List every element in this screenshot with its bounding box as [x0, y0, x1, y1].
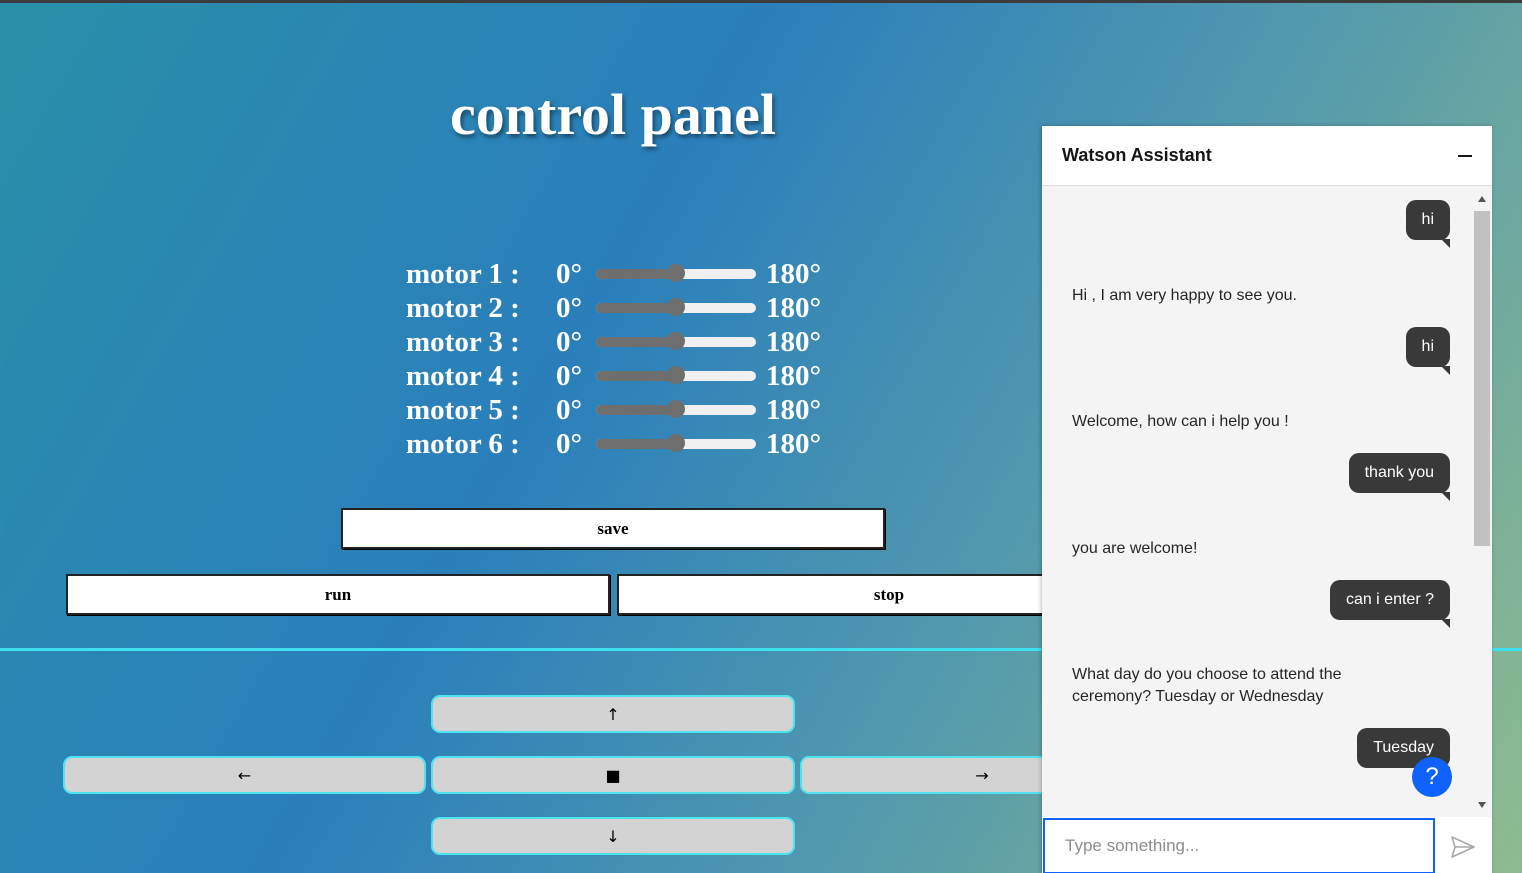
minimize-icon [1458, 154, 1472, 157]
run-button[interactable]: run [66, 574, 610, 615]
motor-label: motor 3 : [406, 325, 520, 358]
arrow-right-icon: → [975, 765, 989, 785]
arrow-down-icon: ↓ [606, 826, 620, 846]
scrollbar-thumb[interactable] [1474, 211, 1490, 546]
slider-thumb[interactable] [667, 264, 685, 282]
motor-min-label: 0° [556, 393, 583, 426]
motor-min-label: 0° [556, 325, 583, 358]
motor-5-slider[interactable] [596, 400, 756, 418]
motor-1-slider[interactable] [596, 264, 756, 282]
arrow-left-icon: ← [237, 765, 252, 785]
motor-min-label: 0° [556, 427, 583, 460]
slider-thumb[interactable] [667, 400, 685, 418]
chat-input[interactable] [1043, 818, 1435, 873]
save-button[interactable]: save [341, 508, 885, 549]
bot-message: Welcome, how can i help you ! [1072, 413, 1289, 430]
send-icon[interactable] [1450, 835, 1476, 859]
chat-panel: Watson Assistant hi Hi , I am very happy… [1042, 126, 1492, 873]
motor-label: motor 1 : [406, 257, 520, 290]
arrow-up-icon: ↑ [606, 704, 620, 724]
slider-thumb[interactable] [667, 366, 685, 384]
motor-min-label: 0° [556, 257, 583, 290]
motor-max-label: 180° [766, 291, 822, 324]
move-left-button[interactable]: ← [63, 756, 426, 794]
move-down-button[interactable]: ↓ [431, 817, 795, 855]
motor-max-label: 180° [766, 393, 822, 426]
slider-thumb[interactable] [667, 298, 685, 316]
motor-max-label: 180° [766, 427, 822, 460]
bot-message: you are welcome! [1072, 540, 1198, 557]
move-up-button[interactable]: ↑ [431, 695, 795, 733]
slider-thumb[interactable] [667, 434, 685, 452]
motor-2-slider[interactable] [596, 298, 756, 316]
motor-label: motor 5 : [406, 393, 520, 426]
user-message: hi [1405, 200, 1451, 248]
motor-4-slider[interactable] [596, 366, 756, 384]
chat-title: Watson Assistant [1062, 145, 1212, 165]
slider-thumb[interactable] [667, 332, 685, 350]
stop-square-icon: ■ [605, 765, 621, 785]
user-message: hi [1405, 327, 1451, 375]
motor-min-label: 0° [556, 291, 583, 324]
motor-3-slider[interactable] [596, 332, 756, 350]
motor-label: motor 6 : [406, 427, 520, 460]
motor-max-label: 180° [766, 257, 822, 290]
motor-row-5: motor 5 : 0° 180° [406, 393, 821, 427]
motor-6-slider[interactable] [596, 434, 756, 452]
chat-input-row [1042, 817, 1492, 873]
motor-label: motor 4 : [406, 359, 520, 392]
motor-min-label: 0° [556, 359, 583, 392]
minimize-button[interactable] [1458, 147, 1472, 165]
user-message: thank you [1348, 453, 1451, 501]
help-button[interactable]: ? [1412, 757, 1452, 797]
message-list: hi Hi , I am very happy to see you. hi W… [1042, 187, 1472, 817]
user-message: can i enter ? [1329, 580, 1451, 628]
motor-row-2: motor 2 : 0° 180° [406, 291, 821, 325]
motor-label: motor 2 : [406, 291, 520, 324]
motor-row-6: motor 6 : 0° 180° [406, 427, 821, 461]
motor-row-3: motor 3 : 0° 180° [406, 325, 821, 359]
move-stop-button[interactable]: ■ [431, 756, 795, 794]
motor-max-label: 180° [766, 325, 822, 358]
motor-controls: motor 1 : 0° 180° motor 2 : 0° 180° moto… [406, 257, 821, 461]
motor-row-4: motor 4 : 0° 180° [406, 359, 821, 393]
scroll-down-arrow-icon[interactable] [1478, 802, 1486, 808]
bot-message: Hi , I am very happy to see you. [1072, 287, 1297, 304]
chat-header: Watson Assistant [1042, 126, 1492, 186]
motor-max-label: 180° [766, 359, 822, 392]
bot-message: What day do you choose to attend the cer… [1072, 666, 1342, 705]
motor-row-1: motor 1 : 0° 180° [406, 257, 821, 291]
scroll-up-arrow-icon[interactable] [1478, 196, 1486, 202]
